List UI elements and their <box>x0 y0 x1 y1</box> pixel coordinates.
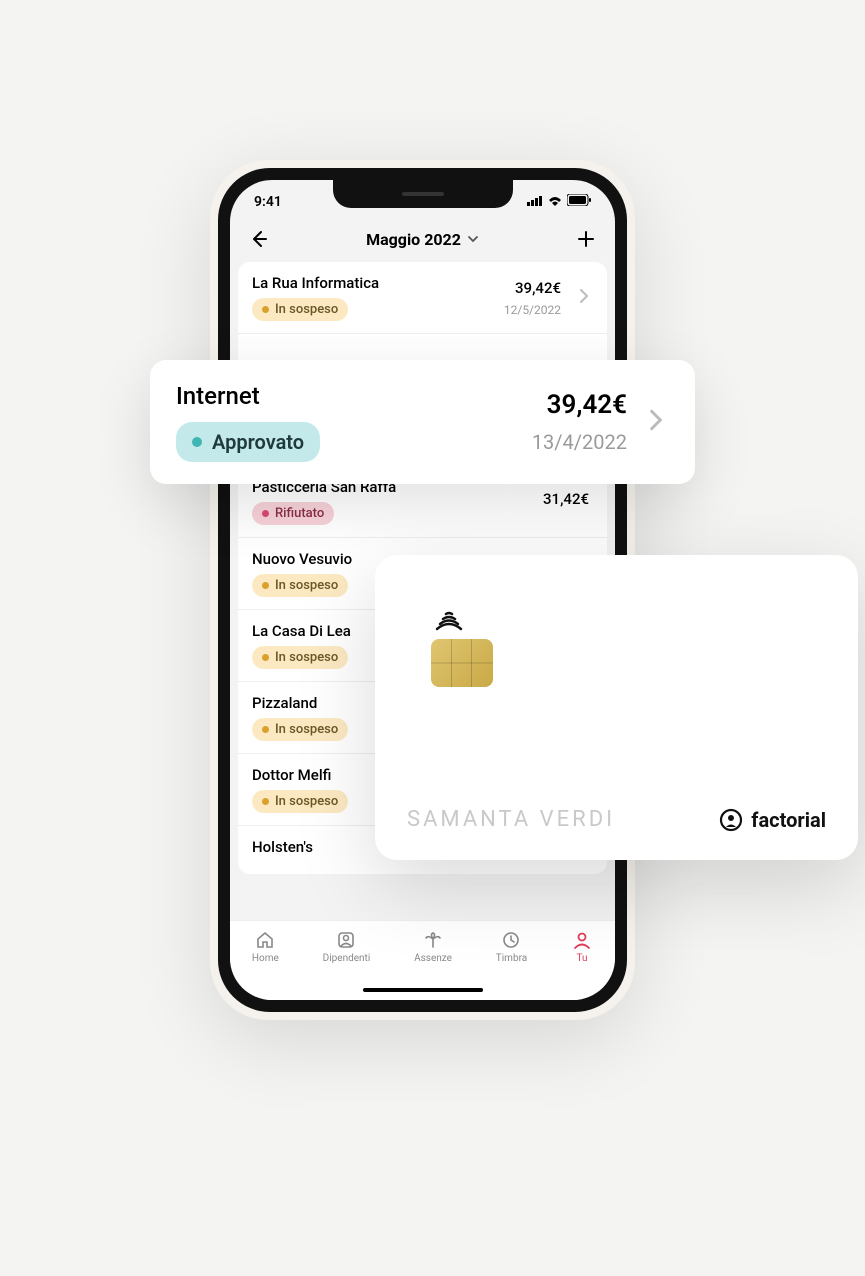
nav-absences[interactable]: Assenze <box>414 929 452 964</box>
status-badge: In sospeso <box>252 718 348 741</box>
nav-label: Dipendenti <box>323 953 371 964</box>
status-badge: Rifiutato <box>252 502 334 525</box>
expense-date: 13/4/2022 <box>532 430 627 454</box>
status-time: 9:41 <box>254 194 282 210</box>
status-badge: In sospeso <box>252 646 348 669</box>
expense-amount: 39,42€ <box>504 279 561 297</box>
user-icon <box>571 929 593 951</box>
expense-amount: 39,42€ <box>532 390 627 420</box>
home-indicator <box>363 988 483 992</box>
expense-title: La Rua Informatica <box>252 274 494 292</box>
wifi-icon <box>547 194 563 210</box>
factorial-icon <box>719 808 743 832</box>
cardholder-name: SAMANTA VERDI <box>407 807 615 832</box>
nav-label: Tu <box>577 953 588 964</box>
expense-title: Internet <box>176 382 532 410</box>
status-indicators <box>527 194 591 210</box>
chevron-down-icon <box>467 230 479 249</box>
nav-label: Timbra <box>496 953 527 964</box>
month-selector[interactable]: Maggio 2022 <box>366 230 479 249</box>
clock-icon <box>500 929 522 951</box>
chip-icon <box>431 639 493 687</box>
brand-label: factorial <box>751 808 826 832</box>
status-badge: Approvato <box>176 422 320 462</box>
palm-icon <box>422 929 444 951</box>
add-button[interactable] <box>575 228 597 250</box>
nav-label: Home <box>252 953 279 964</box>
screen-header: Maggio 2022 <box>230 224 615 262</box>
home-icon <box>254 929 276 951</box>
signal-icon <box>527 194 543 210</box>
expense-date: 12/5/2022 <box>504 303 561 317</box>
expense-row[interactable]: La Rua Informatica In sospeso 39,42€ 12/… <box>238 262 607 334</box>
credit-card: SAMANTA VERDI factorial <box>375 555 858 860</box>
chevron-right-icon <box>643 407 669 437</box>
chevron-right-icon <box>575 287 593 309</box>
contactless-icon <box>431 607 467 631</box>
status-badge: In sospeso <box>252 790 348 813</box>
nav-employees[interactable]: Dipendenti <box>323 929 371 964</box>
status-badge: In sospeso <box>252 298 348 321</box>
month-label: Maggio 2022 <box>366 230 461 249</box>
users-icon <box>335 929 357 951</box>
nav-home[interactable]: Home <box>252 929 279 964</box>
nav-label: Assenze <box>414 953 452 964</box>
battery-icon <box>567 194 591 210</box>
highlighted-expense[interactable]: Internet Approvato 39,42€ 13/4/2022 <box>150 360 695 484</box>
notch <box>333 180 513 208</box>
nav-clock[interactable]: Timbra <box>496 929 527 964</box>
back-button[interactable] <box>248 228 270 250</box>
brand-logo: factorial <box>719 808 826 832</box>
nav-you[interactable]: Tu <box>571 929 593 964</box>
bottom-nav: Home Dipendenti Assenze Timbra Tu <box>230 920 615 1000</box>
status-badge: In sospeso <box>252 574 348 597</box>
expense-amount: 31,42€ <box>543 490 589 508</box>
